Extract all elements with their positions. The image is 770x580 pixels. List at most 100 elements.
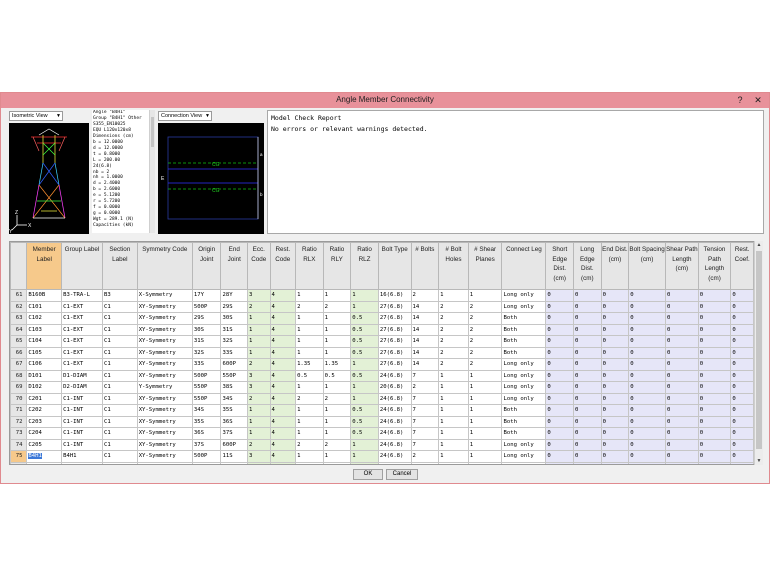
member-grid[interactable]: Member Label Group Label Section Label Symm… [9,241,763,465]
table-cell[interactable]: 0 [730,300,754,313]
table-cell[interactable]: D102 [26,381,63,394]
table-cell[interactable]: 0 [697,335,732,348]
table-cell[interactable]: 28Y [220,289,249,302]
table-cell[interactable]: Long only [501,450,547,463]
table-cell[interactable]: 0 [545,346,575,359]
table-cell[interactable]: 20(6.8) [377,381,412,394]
table-cell[interactable]: C203 [26,415,63,428]
table-cell[interactable]: 0 [697,438,732,451]
table-cell[interactable]: 1 [322,415,352,428]
table-cell[interactable]: 0 [664,438,699,451]
table-cell[interactable]: XY-Symmetry [136,312,193,325]
table-cell[interactable]: 0 [664,300,699,313]
table-cell[interactable]: XY-Symmetry [136,346,193,359]
table-cell[interactable]: XY-Symmetry [136,300,193,313]
table-cell[interactable]: 24(6.8) [377,415,412,428]
table-cell[interactable]: 4 [269,335,297,348]
table-cell[interactable]: 7 [410,415,440,428]
table-cell[interactable]: 2 [467,358,503,371]
table-cell[interactable]: 0 [697,461,732,464]
table-cell[interactable]: 0 [730,312,754,325]
table-cell[interactable]: 2 [467,346,503,359]
table-cell[interactable]: 550P [191,392,222,405]
table-cell[interactable]: 27(6.8) [377,300,412,313]
table-cell[interactable]: XY-Symmetry [136,369,193,382]
table-cell[interactable]: D1-DIAM [61,369,103,382]
table-cell[interactable]: 0.5 [350,312,379,325]
table-cell[interactable]: XY-Symmetry [136,427,193,440]
table-cell[interactable]: 0 [697,381,732,394]
table-cell[interactable]: 1 [350,289,379,302]
table-cell[interactable]: 1 [467,289,503,302]
table-cell[interactable]: C1 [101,461,138,464]
table-cell[interactable]: 0 [573,438,602,451]
table-cell[interactable]: 1 [467,438,503,451]
table-cell[interactable]: 4 [269,346,297,359]
table-cell[interactable]: 0 [730,346,754,359]
table-cell[interactable]: 0 [697,300,732,313]
table-cell[interactable]: 0 [573,427,602,440]
table-cell[interactable]: 0 [628,346,666,359]
table-cell[interactable]: C1 [101,369,138,382]
table-row[interactable]: 70 C201 C1-INT C1 XY-Symmetry 550P 34S 2 4 2 2 1 24(… [10,392,754,405]
table-cell[interactable]: C1 [101,312,138,325]
table-cell[interactable]: 550P [220,369,249,382]
table-cell[interactable]: 35S [220,404,249,417]
table-cell[interactable]: 2 [322,392,352,405]
table-cell[interactable]: 0.5 [350,346,379,359]
table-cell[interactable]: C1 [101,404,138,417]
table-cell[interactable]: 500P [191,300,222,313]
table-cell[interactable]: C1 [101,300,138,313]
column-header[interactable]: Connect Leg [501,242,547,290]
table-cell[interactable]: 0 [545,404,575,417]
table-cell[interactable]: 0 [664,427,699,440]
table-cell[interactable]: XY-Symmetry [136,358,193,371]
properties-scroll-thumb[interactable] [151,117,154,147]
table-cell[interactable]: 1 [322,335,352,348]
table-row[interactable]: 62 C101 C1-EXT C1 XY-Symmetry 500P 29S 2 4 2 2 1 27(… [10,300,754,313]
table-cell[interactable]: 0.5 [350,415,379,428]
table-cell[interactable]: Long only [501,438,547,451]
table-row[interactable]: 67 C106 C1-EXT C1 XY-Symmetry 33S 600P 2 4 1.35 1.… [10,358,754,371]
table-cell[interactable]: 4 [269,300,297,313]
table-cell[interactable]: 0 [600,346,630,359]
column-header[interactable]: Short Edge Dist. (cm) [545,242,575,290]
table-cell[interactable]: B4H1 [61,450,103,463]
table-cell[interactable]: 14 [410,346,440,359]
table-cell[interactable]: 0 [573,346,602,359]
table-cell[interactable]: 0 [600,381,630,394]
table-cell[interactable]: 0 [545,289,575,302]
table-cell[interactable]: 0 [600,312,630,325]
table-cell[interactable]: C1 [101,392,138,405]
table-cell[interactable]: Long only [501,289,547,302]
table-cell[interactable]: Both [501,312,547,325]
table-cell[interactable]: 0 [628,323,666,336]
table-cell[interactable]: XY-Symmetry [136,461,193,464]
table-cell[interactable]: 0 [545,312,575,325]
table-cell[interactable]: 0 [600,369,630,382]
table-cell[interactable]: 38S [220,381,249,394]
table-cell[interactable]: 0 [573,381,602,394]
table-cell[interactable]: 2 [410,381,440,394]
table-cell[interactable]: 1.35 [322,358,352,371]
column-header[interactable]: Rest. Coef. [730,242,754,290]
table-cell[interactable]: 0 [573,289,602,302]
table-row[interactable]: 69 D102 D2-DIAM C1 Y-Symmetry 550P 38S 3 4 1 1 1 20(… [10,381,754,394]
table-cell[interactable]: 4 [269,369,297,382]
table-cell[interactable]: C102 [26,312,63,325]
table-cell[interactable]: 1 [350,381,379,394]
grid-scroll-thumb[interactable] [756,251,762,449]
table-row[interactable]: 63 C102 C1-EXT C1 XY-Symmetry 29S 30S 1 4 1 1 0.5 27… [10,312,754,325]
table-row[interactable]: 76B4H2B4H1C1XY-Symmetry500P17S3422124(6.… [10,461,754,464]
table-cell[interactable]: 14 [410,312,440,325]
table-cell[interactable]: 500P [191,450,222,463]
table-cell[interactable]: XY-Symmetry [136,415,193,428]
table-cell[interactable]: 2 [322,461,352,464]
table-cell[interactable]: 0 [697,289,732,302]
table-cell[interactable]: C1 [101,438,138,451]
table-cell[interactable]: 0.5 [350,323,379,336]
table-cell[interactable]: 2 [410,461,440,464]
scroll-up-icon[interactable]: ▲ [755,241,763,249]
table-cell[interactable]: 0 [628,392,666,405]
table-cell[interactable]: 14 [410,323,440,336]
